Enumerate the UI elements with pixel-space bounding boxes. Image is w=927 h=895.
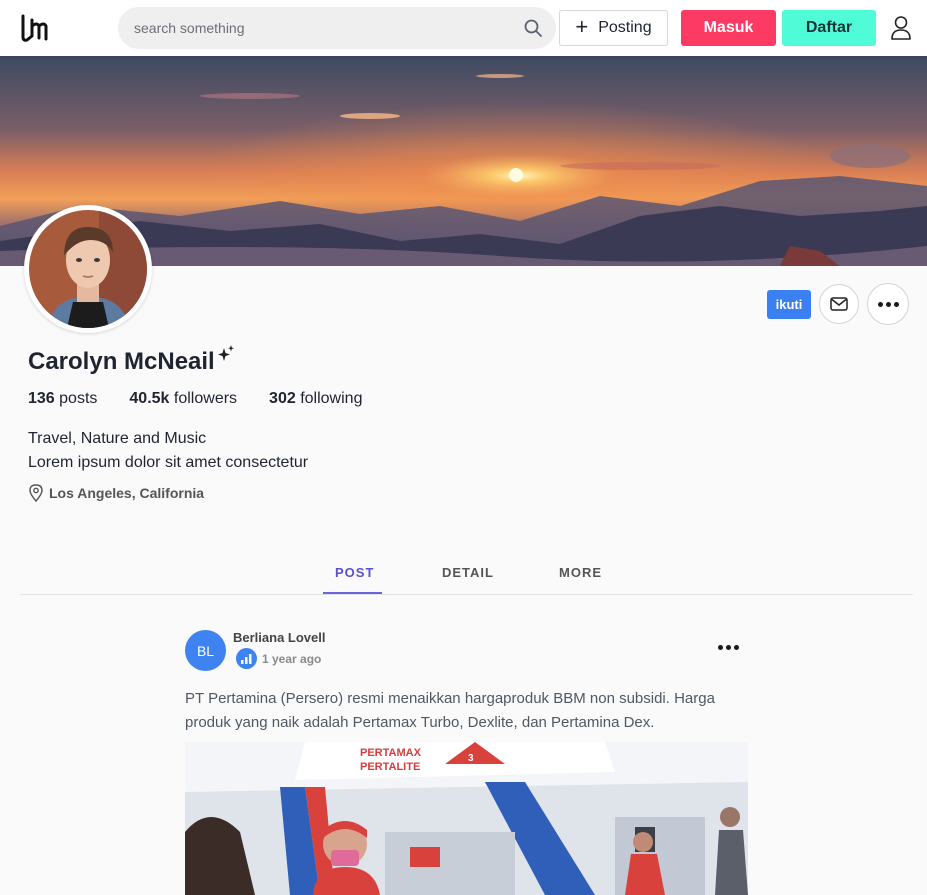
posting-label: Posting [598, 19, 652, 36]
message-button[interactable] [819, 284, 859, 324]
search-input[interactable] [134, 7, 514, 49]
more-icon [717, 644, 739, 650]
bio-line-1: Travel, Nature and Music [28, 430, 207, 447]
post-more-button[interactable] [712, 635, 744, 659]
tab-post[interactable]: POST [335, 565, 374, 580]
following-label: following [300, 390, 363, 407]
profile-avatar[interactable] [24, 205, 152, 333]
posts-stat[interactable]: 136 posts [28, 390, 97, 408]
post-author-avatar[interactable]: BL [185, 630, 226, 671]
following-stat[interactable]: 302 following [269, 390, 362, 408]
post-image[interactable]: PERTAMAX PERTALITE 3 [185, 742, 748, 895]
followers-count: 40.5k [129, 390, 170, 407]
svg-text:3: 3 [468, 753, 474, 764]
user-icon[interactable] [889, 15, 913, 41]
profile-name: Carolyn McNeail [28, 348, 215, 375]
login-label: Masuk [703, 19, 754, 36]
post-author-name[interactable]: Berliana Lovell [233, 630, 325, 645]
sparkle-icon [218, 345, 234, 361]
followers-stat[interactable]: 40.5k followers [129, 390, 237, 408]
posts-count: 136 [28, 390, 55, 407]
active-tab-indicator [323, 592, 382, 594]
chart-badge-icon [236, 648, 257, 669]
followers-label: followers [173, 390, 238, 407]
search-bar [118, 7, 556, 49]
follow-label: ikuti [775, 297, 803, 312]
profile-location: Los Angeles, California [28, 484, 204, 502]
search-icon[interactable] [523, 18, 543, 38]
tab-more[interactable]: MORE [559, 565, 602, 580]
post-timestamp: 1 year ago [262, 652, 322, 666]
avatar-initials: BL [196, 642, 215, 659]
post-text: PT Pertamina (Persero) resmi menaikkan h… [185, 690, 715, 731]
pertamax-sign: PERTAMAX [360, 747, 422, 759]
location-text: Los Angeles, California [49, 485, 205, 501]
posts-label: posts [59, 390, 98, 407]
profile-more-button[interactable] [867, 283, 909, 325]
pertalite-sign: PERTALITE [360, 761, 420, 773]
top-navbar: + Posting Masuk Daftar [0, 0, 927, 56]
profile-tabs: POST DETAIL MORE [20, 555, 913, 595]
register-label: Daftar [805, 19, 853, 36]
location-pin-icon [29, 484, 43, 502]
follow-button[interactable]: ikuti [767, 290, 811, 319]
login-button[interactable]: Masuk [681, 10, 776, 46]
posting-button[interactable]: + Posting [559, 10, 668, 46]
following-count: 302 [269, 390, 296, 407]
profile-stats: 136 posts 40.5k followers 302 following [28, 390, 362, 408]
register-button[interactable]: Daftar [782, 10, 876, 46]
bio-line-2: Lorem ipsum dolor sit amet consectetur [28, 454, 309, 471]
more-icon [877, 301, 899, 307]
tab-detail[interactable]: DETAIL [442, 565, 494, 580]
plus-icon: + [575, 14, 589, 39]
mail-icon [830, 297, 848, 311]
logo-icon[interactable] [18, 12, 50, 44]
